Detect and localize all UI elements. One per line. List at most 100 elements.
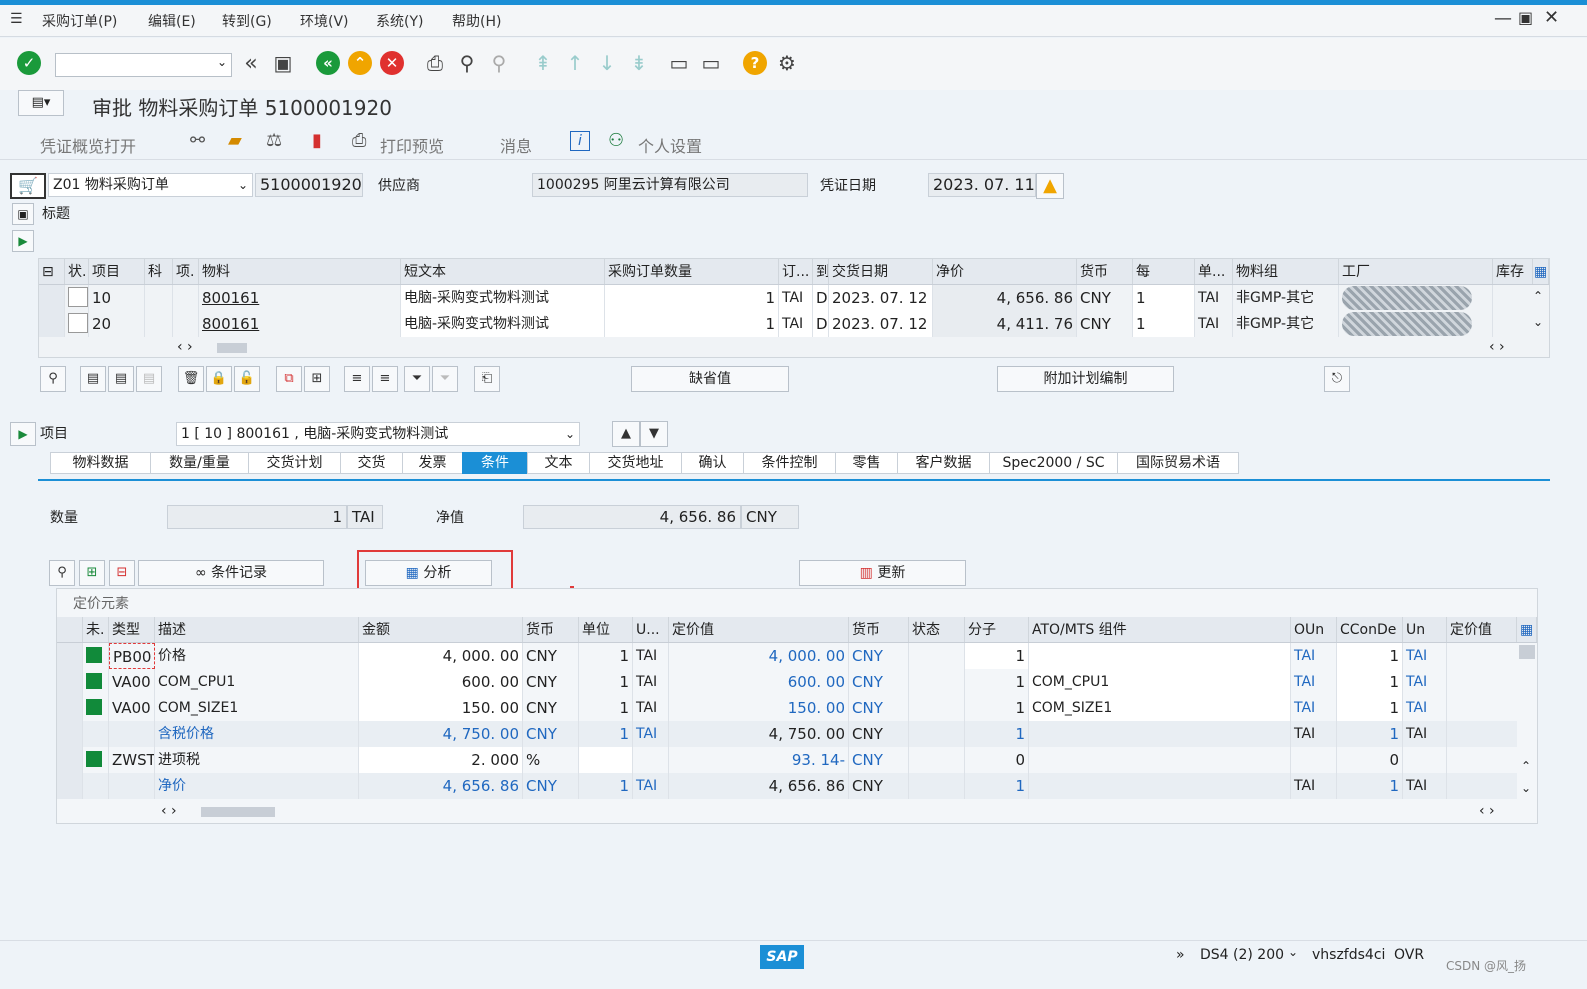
horizontal-scrollbar[interactable] bbox=[201, 807, 275, 817]
ccon[interactable]: 1 bbox=[1337, 695, 1403, 721]
close-icon[interactable]: ✕ bbox=[1544, 7, 1559, 28]
sort-descending-icon[interactable]: ≡ bbox=[372, 366, 398, 392]
scroll-right-icon[interactable]: ‹ › bbox=[1489, 339, 1505, 355]
filter-icon[interactable]: ⏷ bbox=[404, 366, 430, 392]
display-change-icon[interactable]: ⚯ bbox=[190, 130, 205, 151]
table-row[interactable]: ZWST 进项税 2. 000 % 93. 14- CNY 0 0 bbox=[57, 747, 1517, 773]
help-icon[interactable]: ? bbox=[742, 50, 768, 76]
tab-delivery[interactable]: 交货 bbox=[340, 452, 402, 474]
save-icon[interactable]: ▣ bbox=[270, 50, 296, 76]
analysis-button[interactable]: ▦ 分析 bbox=[365, 560, 492, 586]
condition-type[interactable]: ZWST bbox=[109, 747, 155, 773]
numerator[interactable]: 1 bbox=[965, 695, 1029, 721]
find-icon[interactable]: ⚲ bbox=[454, 50, 480, 76]
col-item[interactable]: 项目 bbox=[89, 259, 145, 284]
delivery-date[interactable]: 2023. 07. 12 bbox=[829, 285, 933, 311]
condition-type[interactable]: VA00 bbox=[109, 695, 155, 721]
row-selector[interactable] bbox=[57, 721, 83, 747]
col-uom[interactable]: U... bbox=[633, 617, 669, 642]
shortcut-icon[interactable]: ▭ bbox=[698, 50, 724, 76]
tab-retail[interactable]: 零售 bbox=[835, 452, 897, 474]
menu-system[interactable]: 系统(Y) bbox=[376, 11, 423, 31]
back-icon[interactable]: « bbox=[315, 50, 341, 76]
condition-type[interactable]: PB00 bbox=[109, 643, 155, 669]
date-category[interactable]: D bbox=[813, 311, 829, 337]
remove-filter-icon[interactable]: ⏷ bbox=[432, 366, 458, 392]
tab-material-data[interactable]: 物料数据 bbox=[50, 452, 150, 474]
condition-unit[interactable]: TAI bbox=[633, 669, 669, 695]
condition-per[interactable]: 1 bbox=[579, 695, 633, 721]
col-ccon[interactable]: CConDe bbox=[1337, 617, 1403, 642]
personal-settings-button[interactable]: 个人设置 bbox=[638, 133, 702, 157]
find-next-icon[interactable]: ⚲ bbox=[486, 50, 512, 76]
tab-delivery-schedule[interactable]: 交货计划 bbox=[248, 452, 340, 474]
cart-icon[interactable]: 🛒 bbox=[10, 173, 46, 199]
col-currency[interactable]: 货币 bbox=[1077, 259, 1133, 284]
col-status[interactable]: 状. bbox=[65, 259, 89, 284]
exit-icon[interactable]: ⌃ bbox=[347, 50, 373, 76]
next-page-icon[interactable]: ↓ bbox=[594, 50, 620, 76]
condition-amount[interactable]: 2. 000 bbox=[359, 747, 523, 773]
table-row[interactable]: 10 800161 电脑-采购变式物料测试 1 TAI D 2023. 07. … bbox=[39, 285, 1531, 311]
personal-settings-icon[interactable]: ⚇ bbox=[608, 130, 624, 151]
condition-currency[interactable]: % bbox=[523, 747, 579, 773]
col-type[interactable]: 类型 bbox=[109, 617, 155, 642]
row-selector[interactable] bbox=[57, 695, 83, 721]
col-currency-2[interactable]: 货币 bbox=[849, 617, 909, 642]
select-block-icon[interactable]: ▤ bbox=[108, 366, 134, 392]
ccon[interactable]: 1 bbox=[1337, 669, 1403, 695]
next-item-icon[interactable]: ▼ bbox=[640, 421, 668, 447]
order-unit[interactable]: TAI bbox=[779, 311, 813, 337]
short-text[interactable]: 电脑-采购变式物料测试 bbox=[401, 311, 605, 337]
table-row[interactable]: VA00 COM_CPU1 600. 00 CNY 1 TAI 600. 00 … bbox=[57, 669, 1517, 695]
item-overview-expand-icon[interactable]: ▶ bbox=[12, 230, 34, 252]
col-delivery-date[interactable]: 交货日期 bbox=[829, 259, 933, 284]
numerator[interactable]: 1 bbox=[965, 643, 1029, 669]
screen-menu-icon[interactable]: ▤▾ bbox=[18, 90, 64, 116]
insert-row-icon[interactable]: ⊞ bbox=[79, 560, 105, 586]
table-row[interactable]: 含税价格 4, 750. 00 CNY 1 TAI 4, 750. 00 CNY… bbox=[57, 721, 1517, 747]
row-checkbox[interactable] bbox=[68, 313, 88, 333]
deselect-icon[interactable]: ▤ bbox=[136, 366, 162, 392]
collapse-icon[interactable]: « bbox=[238, 50, 264, 76]
condition-unit[interactable] bbox=[633, 747, 669, 773]
pricing-layout-icon[interactable]: ▦ bbox=[1517, 617, 1537, 642]
col-description[interactable]: 描述 bbox=[155, 617, 359, 642]
ccon[interactable]: 1 bbox=[1337, 643, 1403, 669]
numerator[interactable]: 1 bbox=[965, 669, 1029, 695]
col-per[interactable]: 每 bbox=[1133, 259, 1195, 284]
tab-conditions[interactable]: 条件 bbox=[462, 452, 527, 474]
material-link[interactable]: 800161 bbox=[199, 311, 401, 337]
document-overview-button[interactable]: 凭证概览打开 bbox=[40, 133, 136, 157]
command-field[interactable]: ⌄ bbox=[55, 53, 232, 77]
chevron-down-icon[interactable]: ⌄ bbox=[1288, 945, 1298, 959]
print-preview-icon[interactable]: ⎙ bbox=[352, 130, 366, 151]
menu-environment[interactable]: 环境(V) bbox=[300, 11, 349, 31]
scroll-up-icon[interactable]: ⌃ bbox=[1521, 759, 1531, 773]
col-d[interactable]: 到 bbox=[813, 259, 829, 284]
po-quantity[interactable]: 1 bbox=[605, 311, 779, 337]
menu-purchase-order[interactable]: 采购订单(P) bbox=[42, 11, 117, 31]
col-per[interactable]: 单位 bbox=[579, 617, 633, 642]
table-row[interactable]: PB00 价格 4, 000. 00 CNY 1 TAI 4, 000. 00 … bbox=[57, 643, 1517, 669]
numerator[interactable]: 0 bbox=[965, 747, 1029, 773]
hold-icon[interactable]: ⚖ bbox=[266, 130, 282, 151]
col-material-group[interactable]: 物料组 bbox=[1233, 259, 1339, 284]
table-layout-icon[interactable]: ▦ bbox=[1531, 259, 1549, 284]
delete-row-icon[interactable]: ⊟ bbox=[109, 560, 135, 586]
col-short-text[interactable]: 短文本 bbox=[401, 259, 605, 284]
row-selector[interactable] bbox=[57, 747, 83, 773]
condition-record-button[interactable]: ∞ 条件记录 bbox=[138, 560, 324, 586]
tab-delivery-address[interactable]: 交货地址 bbox=[589, 452, 681, 474]
col-po-quantity[interactable]: 采购订单数量 bbox=[605, 259, 779, 284]
condition-unit[interactable]: TAI bbox=[633, 643, 669, 669]
tab-quantity-weight[interactable]: 数量/重量 bbox=[150, 452, 248, 474]
scroll-left-icon[interactable]: ‹ › bbox=[177, 339, 193, 355]
delete-icon[interactable]: 🗑 bbox=[178, 366, 204, 392]
menu-goto[interactable]: 转到(G) bbox=[222, 11, 272, 31]
previous-item-icon[interactable]: ▲ bbox=[612, 421, 640, 447]
col-oun[interactable]: OUn bbox=[1291, 617, 1337, 642]
condition-currency[interactable]: CNY bbox=[523, 669, 579, 695]
details-icon[interactable]: ⚲ bbox=[40, 366, 66, 392]
additional-planning-button[interactable]: 附加计划编制 bbox=[997, 366, 1174, 392]
